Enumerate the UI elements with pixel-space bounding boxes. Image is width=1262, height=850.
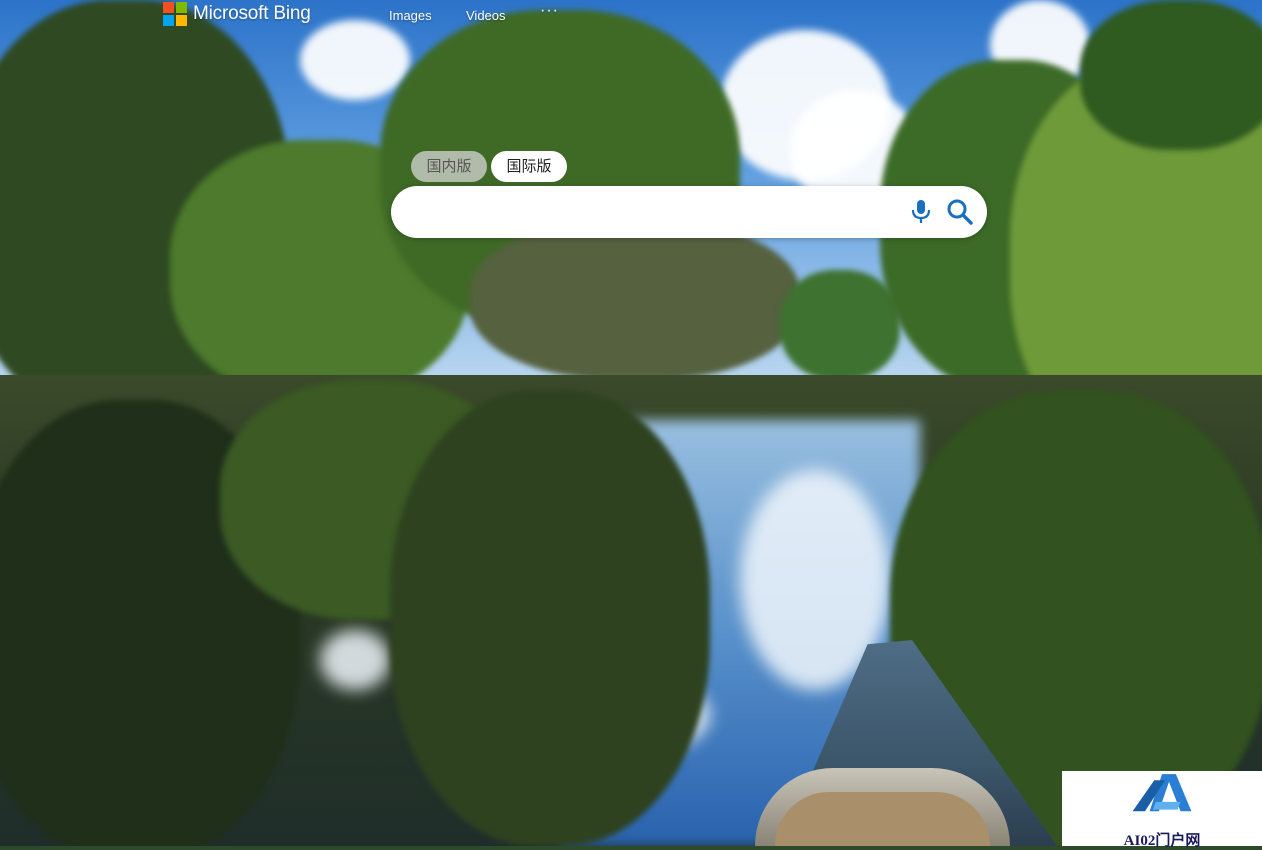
watermark-badge: AI02门户网 bbox=[1062, 771, 1262, 849]
logo-square-green bbox=[176, 2, 187, 13]
microphone-icon[interactable] bbox=[910, 199, 932, 225]
brand-name: Microsoft Bing bbox=[193, 3, 311, 24]
search-input[interactable] bbox=[407, 197, 881, 229]
more-menu-button[interactable]: ··· bbox=[540, 2, 559, 20]
tree-mass bbox=[780, 270, 900, 380]
region-international-tab[interactable]: 国际版 bbox=[491, 151, 567, 182]
bing-home-link[interactable]: Microsoft Bing bbox=[163, 1, 311, 27]
nav-videos-link[interactable]: Videos bbox=[466, 8, 506, 23]
search-box bbox=[391, 186, 987, 238]
watermark-logo-icon bbox=[1132, 774, 1192, 812]
watermark-text: AI02门户网 bbox=[1123, 833, 1201, 849]
nav-images-link[interactable]: Images bbox=[389, 8, 432, 23]
logo-square-yellow bbox=[176, 15, 187, 26]
search-icon[interactable] bbox=[946, 198, 973, 225]
logo-square-red bbox=[163, 2, 174, 13]
tree-mass bbox=[470, 220, 800, 380]
cloud-reflection bbox=[320, 630, 390, 690]
background-photo bbox=[0, 0, 1262, 846]
microsoft-logo-icon bbox=[163, 2, 187, 26]
top-header: Microsoft Bing Images Videos ··· bbox=[0, 0, 1262, 34]
tree-reflection bbox=[390, 390, 710, 846]
canoe-interior bbox=[775, 792, 990, 846]
logo-square-blue bbox=[163, 15, 174, 26]
region-domestic-tab[interactable]: 国内版 bbox=[411, 151, 487, 182]
